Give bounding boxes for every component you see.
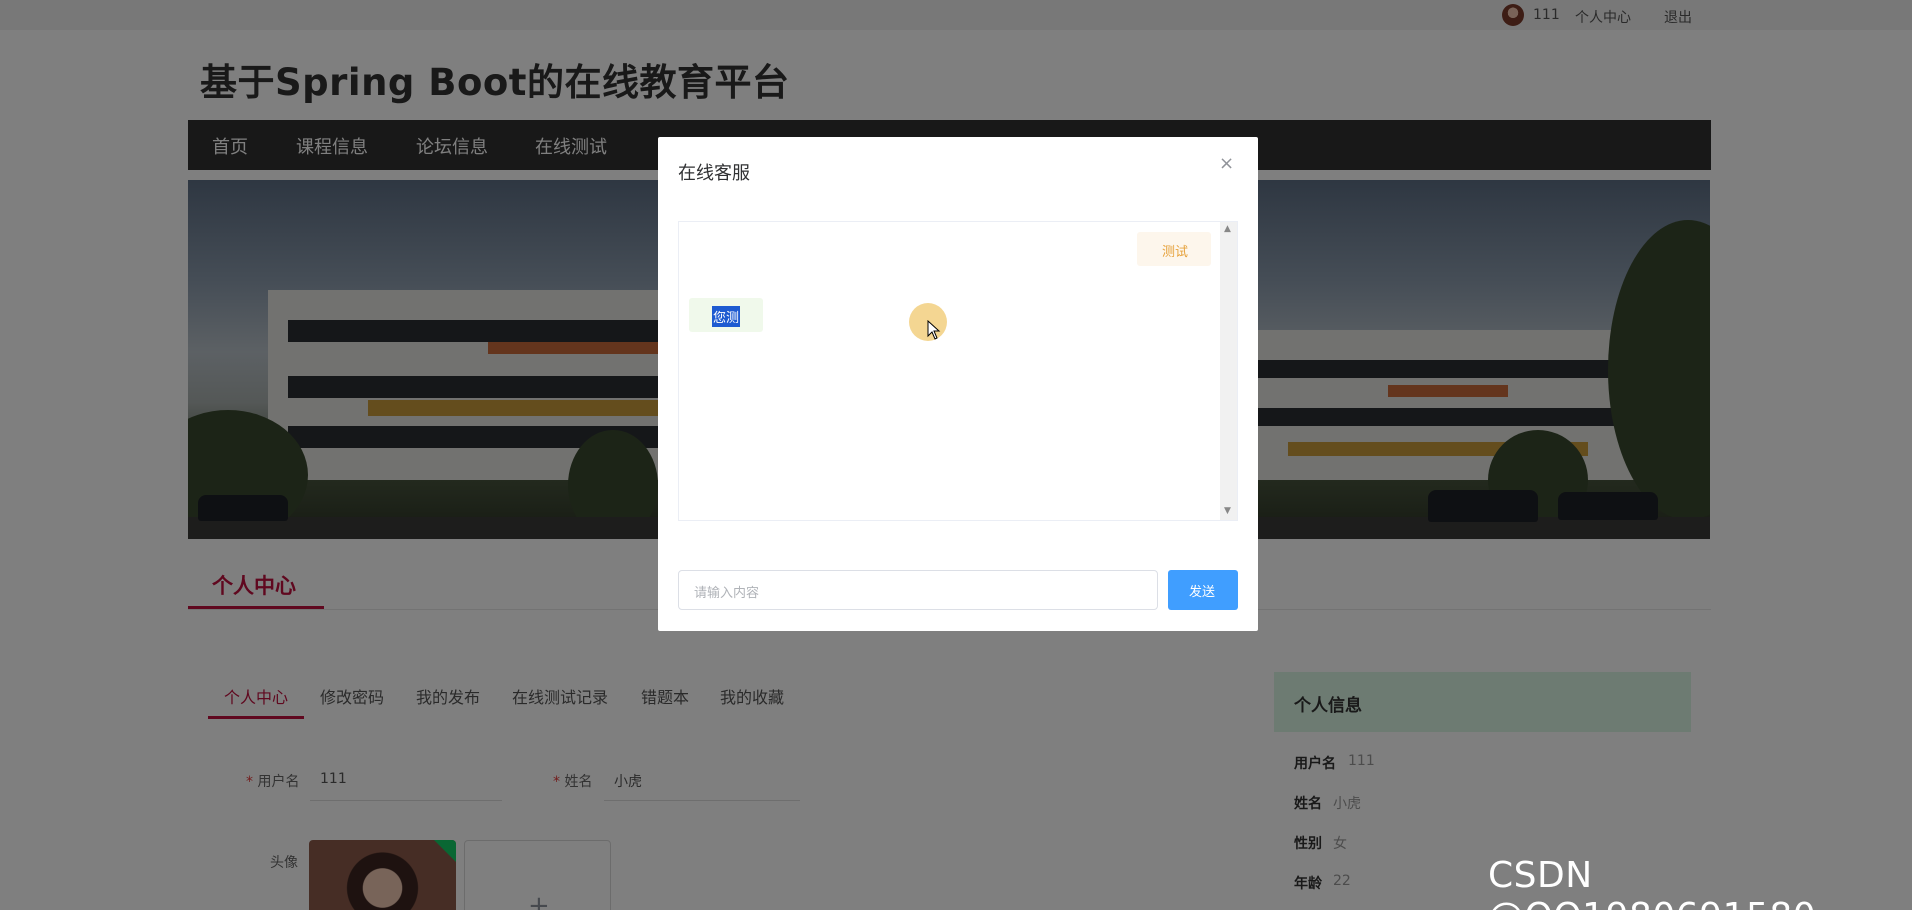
send-button[interactable]: 发送 [1168, 570, 1238, 610]
watermark-text: CSDN @QQ1980691580 [1488, 855, 1816, 910]
mouse-cursor-icon [927, 320, 941, 340]
customer-service-dialog: 在线客服 × 测试 您测 ▲ ▼ 请输入内容 发送 [658, 137, 1258, 631]
chat-message-area[interactable]: 测试 您测 ▲ ▼ [678, 221, 1238, 521]
chat-message-sent-text: 测试 [1162, 245, 1189, 260]
chat-message-received: 您测 [689, 298, 763, 332]
message-input[interactable]: 请输入内容 [678, 570, 1158, 610]
scroll-up-arrow-icon[interactable]: ▲ [1224, 224, 1231, 234]
close-icon[interactable]: × [1219, 153, 1234, 174]
scroll-down-arrow-icon[interactable]: ▼ [1224, 506, 1231, 516]
message-input-placeholder: 请输入内容 [694, 586, 760, 601]
chat-message-received-text: 您测 [712, 306, 741, 327]
chat-scrollbar[interactable]: ▲ ▼ [1220, 222, 1237, 520]
dialog-title: 在线客服 [678, 163, 750, 184]
send-button-label: 发送 [1189, 585, 1216, 600]
chat-message-sent: 测试 [1137, 232, 1211, 266]
